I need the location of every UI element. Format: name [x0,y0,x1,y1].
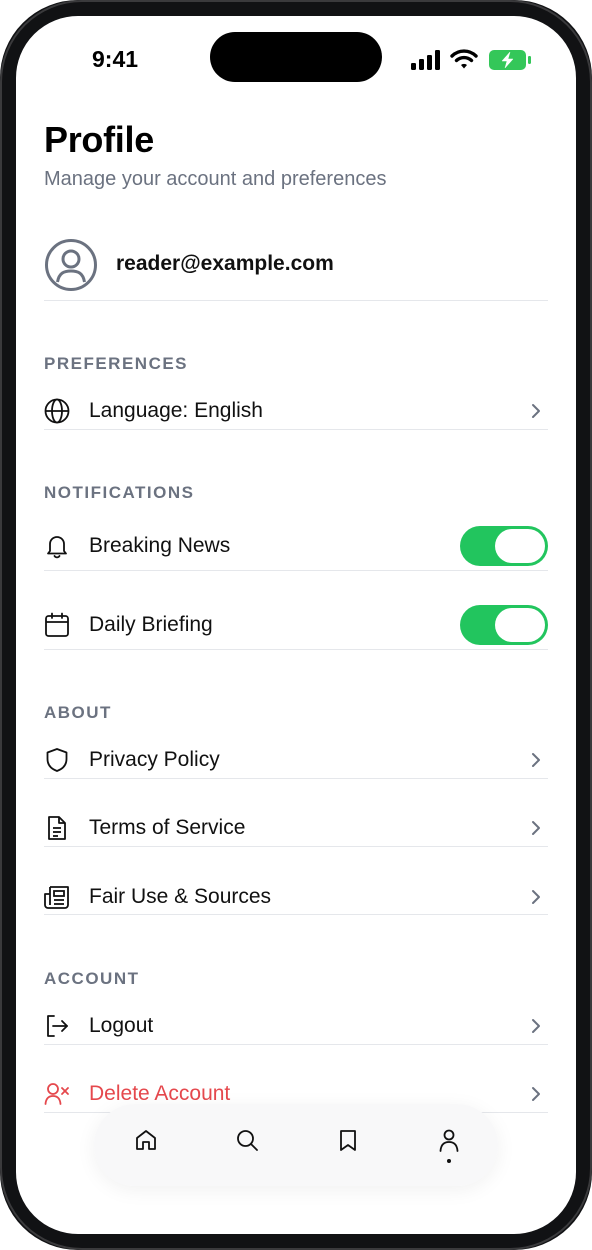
phone-screen: 9:41 Profile Manage your account and pre… [0,0,592,1250]
newspaper-icon [44,886,69,909]
chevron-right-icon [532,1087,540,1101]
daily-briefing-toggle[interactable] [460,605,548,645]
user-remove-icon [44,1083,69,1105]
bookmark-icon [340,1130,356,1151]
page-title: Profile [44,119,154,160]
toggle-knob [495,608,545,642]
divider [44,649,548,650]
breaking-news-label: Breaking News [89,534,231,557]
fair-use-row[interactable]: Fair Use & Sources [44,867,548,927]
divider [44,1044,548,1045]
chevron-right-icon [532,890,540,904]
chevron-right-icon [532,404,540,418]
status-time: 9:41 [92,46,139,72]
dynamic-island [210,32,382,82]
tab-home[interactable] [126,1124,166,1164]
bell-icon [47,536,67,559]
status-bar: 9:41 [16,16,576,96]
toggle-knob [495,529,545,563]
divider [44,778,548,779]
active-tab-indicator [447,1159,451,1163]
logout-row[interactable]: Logout [44,996,548,1056]
section-preferences-title: PREFERENCES [44,354,189,373]
search-icon [237,1130,258,1151]
chevron-right-icon [532,1019,540,1033]
privacy-policy-label: Privacy Policy [89,748,220,771]
divider [44,914,548,915]
document-icon [48,816,66,840]
calendar-icon [45,612,69,637]
delete-account-label: Delete Account [89,1082,231,1105]
breaking-news-row: Breaking News [44,516,548,576]
globe-icon [44,398,70,424]
language-row[interactable]: Language: English [44,381,548,441]
tab-search[interactable] [227,1124,267,1164]
page-subtitle: Manage your account and preferences [44,168,387,190]
home-icon [136,1130,156,1150]
divider [44,300,548,301]
shield-icon [46,748,68,772]
daily-briefing-label: Daily Briefing [89,613,213,636]
tab-saved[interactable] [328,1124,368,1164]
daily-briefing-row: Daily Briefing [44,595,548,655]
cellular-signal-icon [411,50,440,70]
logout-label: Logout [89,1014,154,1037]
chevron-right-icon [532,753,540,767]
divider [44,846,548,847]
terms-of-service-row[interactable]: Terms of Service [44,798,548,858]
section-about-title: ABOUT [44,703,112,722]
language-label: Language: English [89,399,263,422]
profile-icon [439,1129,459,1152]
section-notifications-title: NOTIFICATIONS [44,483,195,502]
tab-bar [94,1104,498,1186]
tab-profile[interactable] [429,1124,469,1164]
privacy-policy-row[interactable]: Privacy Policy [44,730,548,790]
avatar-icon [45,239,97,291]
divider [44,429,548,430]
fair-use-label: Fair Use & Sources [89,885,272,908]
divider [44,570,548,571]
section-account-title: ACCOUNT [44,969,140,988]
user-email: reader@example.com [116,252,334,275]
chevron-right-icon [532,821,540,835]
logout-icon [47,1015,68,1037]
battery-charging-icon [489,50,531,70]
breaking-news-toggle[interactable] [460,526,548,566]
terms-of-service-label: Terms of Service [89,816,246,839]
wifi-icon [450,49,478,69]
